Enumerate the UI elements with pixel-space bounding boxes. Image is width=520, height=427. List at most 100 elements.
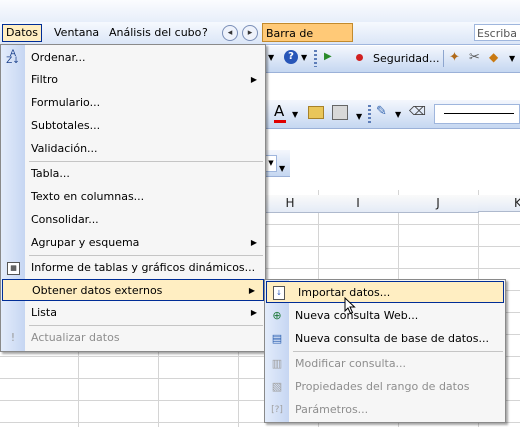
line-style-box[interactable] [434, 104, 520, 124]
security-button[interactable]: Seguridad... [373, 52, 439, 65]
menu-item-tabla[interactable]: Tabla... [1, 163, 265, 185]
menu-item-label: Ordenar... [31, 51, 86, 64]
menu-item-label: Lista [31, 306, 57, 319]
menu-item-agrupar-esquema[interactable]: Agrupar y esquema ▶ [1, 232, 265, 254]
datos-menu: A Z↓ Ordenar... Filtro ▶ Formulario... Su… [0, 44, 266, 352]
folder-icon[interactable] [308, 106, 324, 119]
title-strip [0, 0, 520, 22]
menu-item-label: Texto en columnas... [31, 190, 145, 203]
name-box-dropdown-icon[interactable]: ▼ [265, 155, 277, 172]
menu-item-importar-datos[interactable]: ↓ Importar datos... [266, 281, 504, 303]
column-header-h[interactable]: H [262, 195, 319, 213]
menu-item-nueva-consulta-bd[interactable]: ▤ Nueva consulta de base de datos... [265, 328, 505, 350]
menu-separator [29, 255, 263, 256]
menu-item-formulario[interactable]: Formulario... [1, 92, 265, 114]
menu-item-obtener-datos-externos[interactable]: Obtener datos externos ▶ [2, 279, 264, 301]
refresh-icon: ! [10, 331, 16, 344]
pivot-table-icon: ▦ [7, 262, 20, 275]
menu-help[interactable]: ? [199, 25, 211, 41]
menu-separator [29, 325, 263, 326]
ask-question-box[interactable]: Escriba u [474, 24, 520, 41]
column-header-i[interactable]: I [318, 195, 399, 213]
menu-datos[interactable]: Datos [2, 24, 42, 42]
menu-item-label: Nueva consulta Web... [295, 309, 419, 322]
menu-item-subtotales[interactable]: Subtotales... [1, 115, 265, 137]
menu-item-label: Propiedades del rango de datos [295, 380, 470, 393]
menu-item-label: Tabla... [31, 167, 70, 180]
parameters-icon: [?] [271, 405, 283, 415]
menu-item-validacion[interactable]: Validación... [1, 138, 265, 160]
tools-icon[interactable]: ✂ [469, 50, 480, 65]
menu-item-label: Parámetros... [295, 403, 369, 416]
web-query-icon: ⊕ [272, 309, 282, 322]
column-header-j[interactable]: J [398, 195, 479, 213]
menu-item-label: Actualizar datos [31, 331, 120, 344]
back-circle-icon[interactable]: ◂ [222, 25, 238, 41]
font-color-bar [274, 120, 286, 123]
record-icon[interactable] [356, 54, 363, 61]
menu-item-nueva-consulta-web[interactable]: ⊕ Nueva consulta Web... [265, 305, 505, 327]
menu-item-texto-en-columnas[interactable]: Texto en columnas... [1, 186, 265, 208]
play-icon[interactable]: ▶ [324, 51, 332, 62]
menu-item-filtro[interactable]: Filtro ▶ [1, 69, 265, 91]
submenu-arrow-icon: ▶ [250, 75, 257, 84]
menu-item-actualizar-datos: ! Actualizar datos [1, 327, 265, 349]
menu-item-label: Obtener datos externos [32, 284, 163, 297]
menu-item-label: Formulario... [31, 96, 101, 109]
menu-bar: Datos Ventana Análisis del cubo ? ◂ ▸ [0, 22, 520, 45]
menu-item-consolidar[interactable]: Consolidar... [1, 209, 265, 231]
menu-separator [293, 351, 503, 352]
edit-query-icon: ▥ [271, 357, 283, 370]
security-icon[interactable]: ✦ [449, 50, 460, 65]
menu-item-label: Informe de tablas y gráficos dinámicos..… [31, 261, 256, 274]
menu-analisis-cubo[interactable]: Análisis del cubo [106, 25, 204, 41]
properties-icon: ▧ [271, 380, 283, 393]
chart-icon[interactable] [332, 105, 348, 120]
dropdown-arrow-icon[interactable]: ▼ [395, 110, 401, 119]
dropdown-arrow-icon[interactable]: ▼ [301, 53, 307, 62]
mouse-cursor-icon [344, 296, 356, 318]
submenu-arrow-icon: ▶ [248, 286, 255, 295]
menu-item-label: Subtotales... [31, 119, 101, 132]
menu-item-label: Nueva consulta de base de datos... [295, 332, 489, 345]
menu-separator [29, 161, 263, 162]
forward-circle-icon[interactable]: ▸ [242, 25, 258, 41]
toolbar-overflow-icon[interactable]: ▼ [509, 54, 515, 63]
submenu-arrow-icon: ▶ [250, 308, 257, 317]
toolbar-overflow-icon[interactable]: ▼ [279, 164, 285, 173]
database-query-icon: ▤ [271, 332, 283, 345]
column-header-k[interactable]: K [478, 195, 520, 212]
shield-icon[interactable]: ◆ [489, 50, 498, 64]
toolbar-grip[interactable] [368, 105, 371, 123]
menu-item-ordenar[interactable]: A Z↓ Ordenar... [1, 47, 265, 69]
dropdown-arrow-icon[interactable]: ▼ [292, 110, 298, 119]
menu-item-tablas-dinamicas[interactable]: ▦ Informe de tablas y gráficos dinámicos… [1, 257, 265, 279]
submenu-arrow-icon: ▶ [250, 238, 257, 247]
edit-icon[interactable]: ✎ [376, 104, 387, 119]
menu-item-propiedades-rango: ▧ Propiedades del rango de datos [265, 376, 505, 398]
dropdown-arrow-icon[interactable]: ▼ [268, 53, 274, 62]
menu-item-parametros: [?] Parámetros... [265, 399, 505, 421]
help-icon[interactable]: ? [284, 50, 298, 64]
menu-ventana[interactable]: Ventana [51, 25, 102, 41]
toolbar-overflow-icon[interactable]: ▼ [356, 112, 362, 121]
eraser-icon[interactable]: ⌫ [409, 104, 426, 118]
menu-item-modificar-consulta: ▥ Modificar consulta... [265, 353, 505, 375]
menu-item-lista[interactable]: Lista ▶ [1, 302, 265, 324]
toolbar-grip[interactable] [314, 50, 317, 67]
toolbar-row-1: ▼ ? ▼ ▶ Seguridad... ✦ ✂ ◆ ▼ [262, 46, 520, 73]
line-style-line [444, 113, 514, 114]
menu-item-label: Consolidar... [31, 213, 99, 226]
toolbar-row-2: A ▼ ▼ ✎ ▼ ⌫ [262, 100, 520, 129]
menu-item-label: Validación... [31, 142, 98, 155]
toolbar-separator [443, 50, 444, 67]
menu-item-label: Filtro [31, 73, 58, 86]
toolbar-row-3: ▼ ▼ [262, 150, 290, 177]
import-data-icon: ↓ [273, 286, 285, 300]
formula-bar-button[interactable]: Barra de fórmulas [262, 23, 353, 59]
font-color-icon[interactable]: A [274, 102, 284, 120]
external-data-submenu: ↓ Importar datos... ⊕ Nueva consulta Web… [264, 279, 506, 423]
menu-item-label: Agrupar y esquema [31, 236, 140, 249]
sort-az-icon: A Z↓ [6, 49, 20, 66]
menu-item-label: Modificar consulta... [295, 357, 407, 370]
